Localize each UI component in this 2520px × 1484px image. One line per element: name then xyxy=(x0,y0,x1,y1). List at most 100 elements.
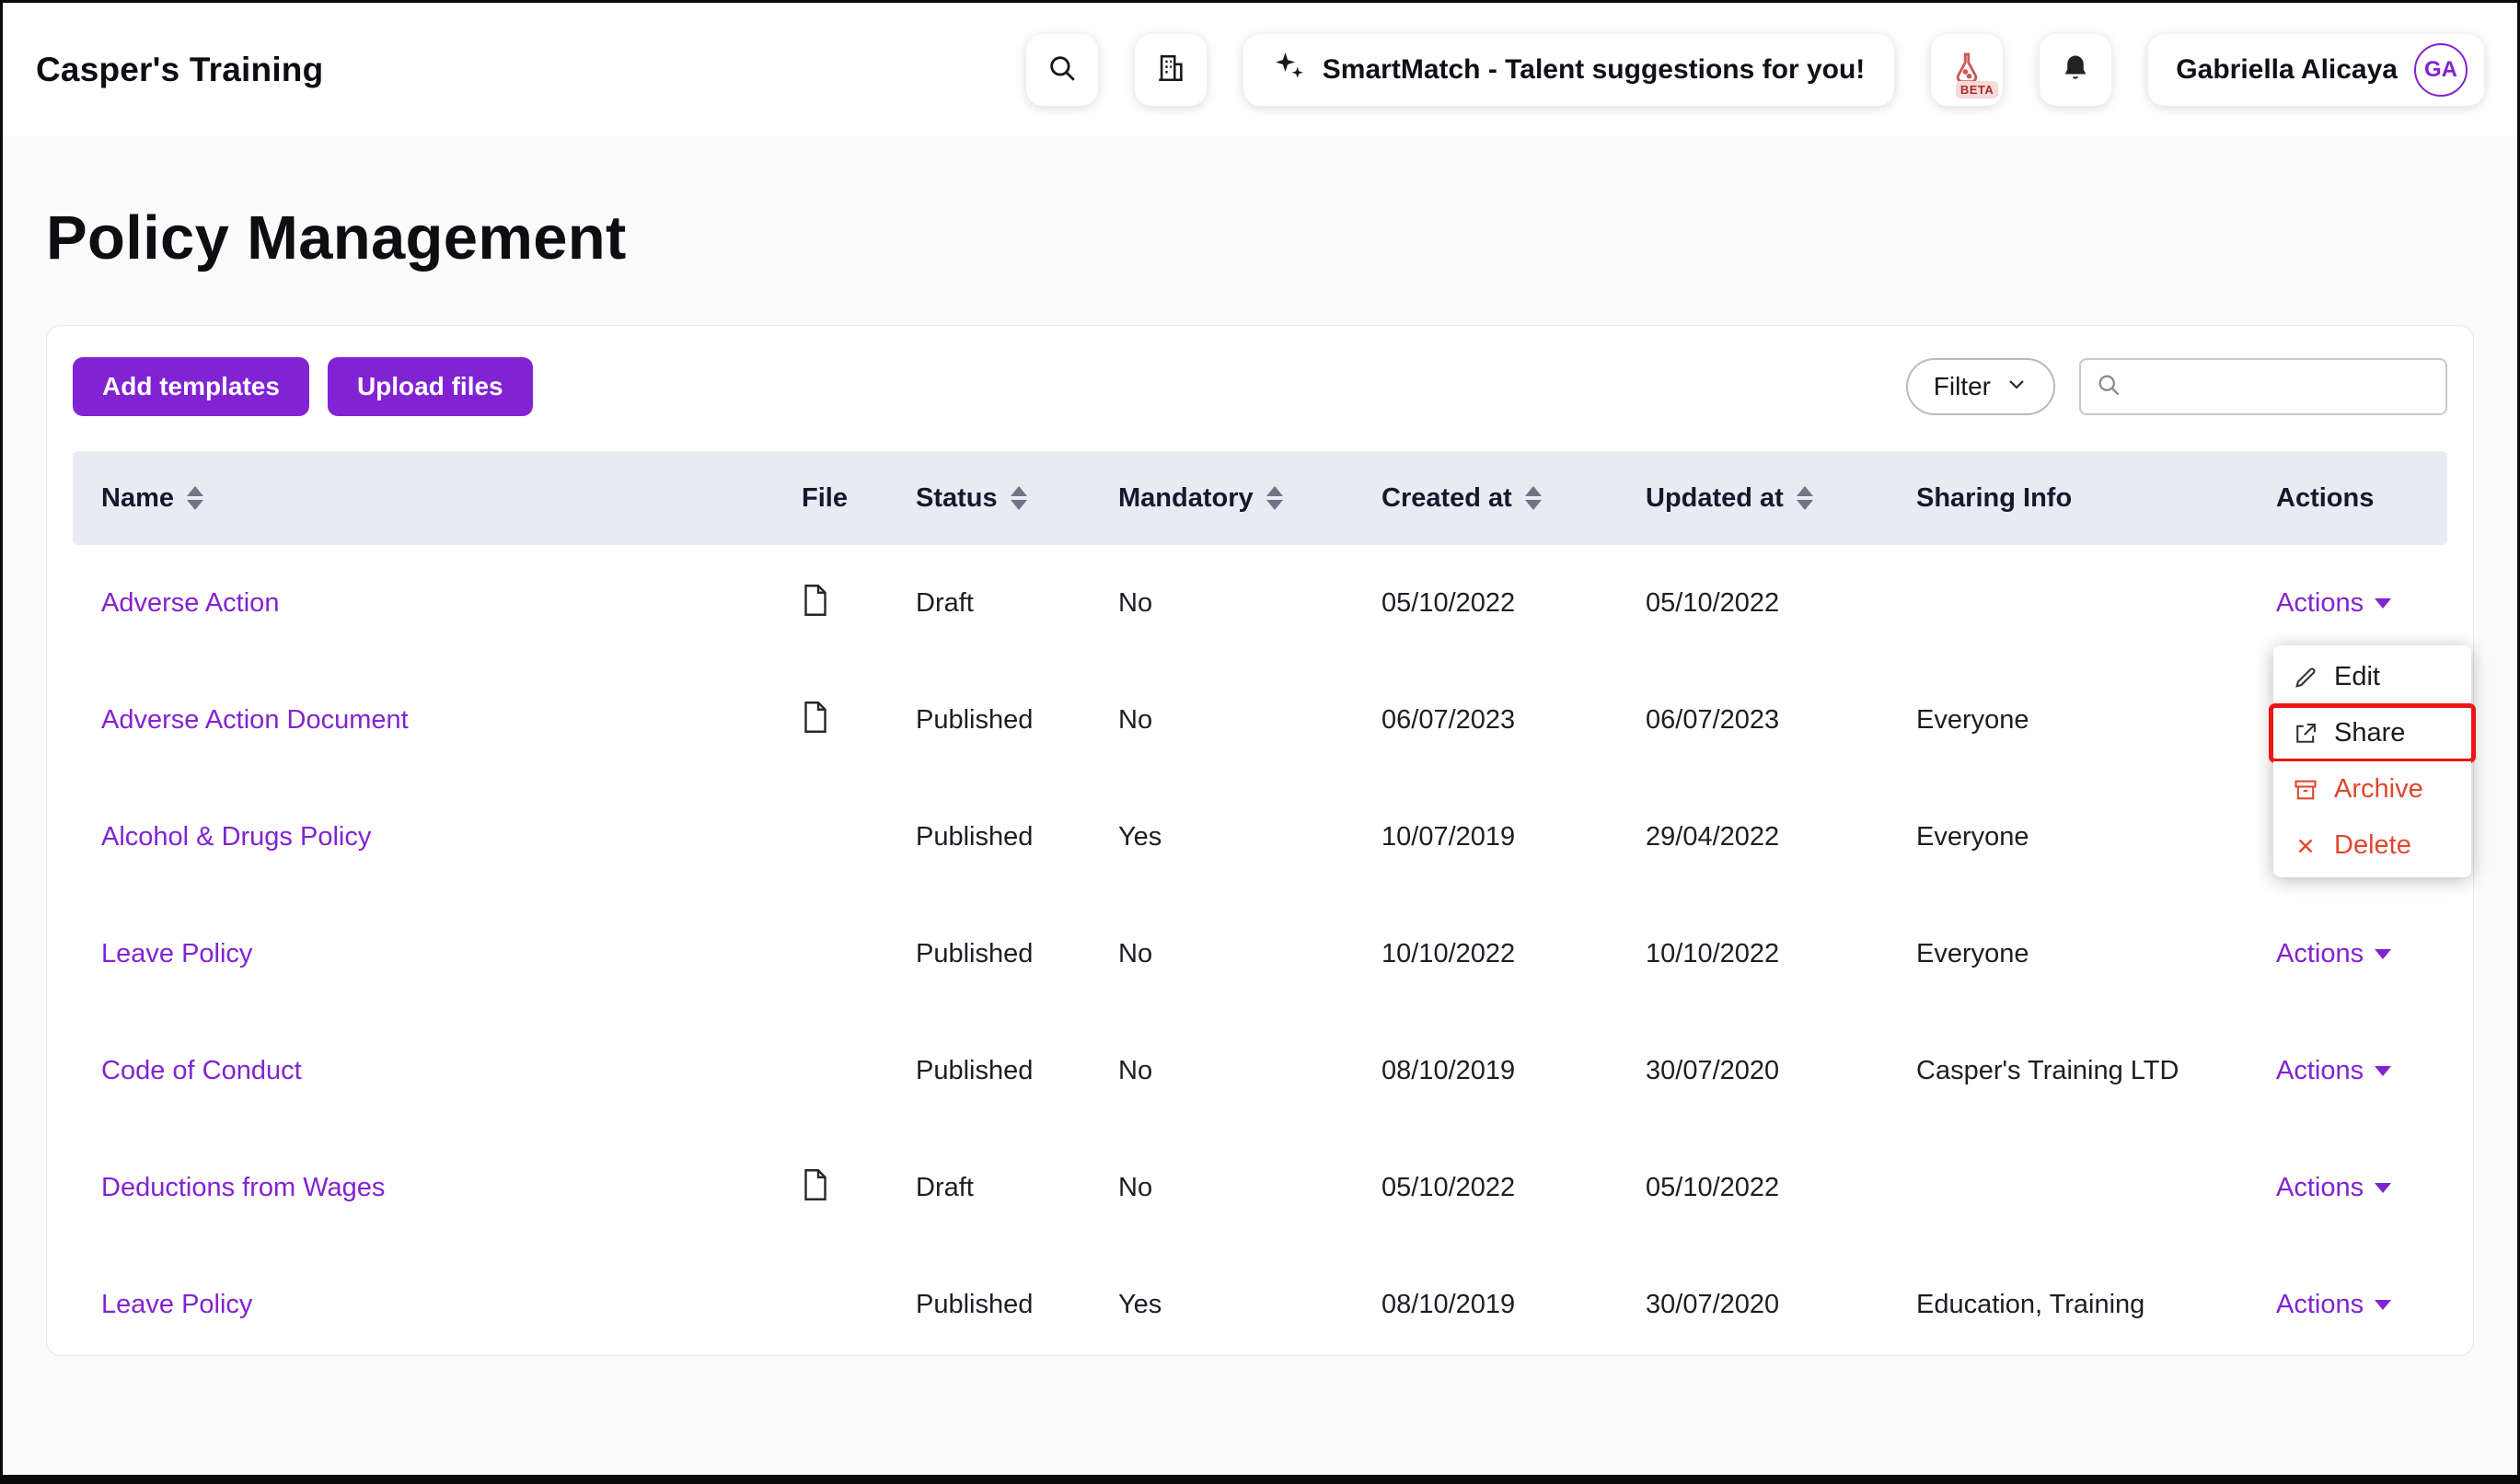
caret-down-icon xyxy=(2375,1300,2392,1310)
sort-icon[interactable] xyxy=(1524,486,1542,510)
policy-name-link[interactable]: Alcohol & Drugs Policy xyxy=(101,822,371,852)
updated-at-cell: 29/04/2022 xyxy=(1646,822,1780,852)
policy-name-link[interactable]: Code of Conduct xyxy=(101,1056,302,1085)
updated-at-cell: 05/10/2022 xyxy=(1646,588,1780,618)
mandatory-cell: No xyxy=(1118,1056,1153,1085)
search-input[interactable] xyxy=(2131,372,2431,401)
policy-table-card: Add templates Upload files Filter Name F… xyxy=(46,325,2474,1356)
search-icon xyxy=(2096,372,2121,402)
table-row: Leave Policy Published Yes 08/10/2019 30… xyxy=(73,1246,2447,1355)
add-templates-button[interactable]: Add templates xyxy=(73,357,309,416)
column-header-label: Mandatory xyxy=(1118,482,1254,513)
policy-name-link[interactable]: Adverse Action Document xyxy=(101,705,409,735)
column-header-file: File xyxy=(802,483,916,514)
sort-icon[interactable] xyxy=(1796,486,1813,510)
user-name: Gabriella Alicaya xyxy=(2176,53,2398,85)
mandatory-cell: No xyxy=(1118,588,1153,618)
updated-at-cell: 10/10/2022 xyxy=(1646,939,1780,968)
row-actions-button[interactable]: Actions xyxy=(2276,1056,2392,1086)
column-header-label: Actions xyxy=(2276,482,2375,513)
row-actions-button[interactable]: Actions xyxy=(2276,588,2392,619)
mandatory-cell: No xyxy=(1118,939,1153,968)
search-button[interactable] xyxy=(1025,33,1098,106)
sharing-info-cell: Everyone xyxy=(1916,822,2029,852)
search-icon xyxy=(1046,52,1078,87)
created-at-cell: 06/07/2023 xyxy=(1381,705,1516,735)
table-search xyxy=(2079,358,2447,415)
menu-item-delete[interactable]: Delete xyxy=(2273,817,2471,874)
table-row: Adverse Action Document Published No 06/… xyxy=(73,662,2447,779)
status-cell: Published xyxy=(916,705,1034,735)
mandatory-cell: Yes xyxy=(1118,1290,1162,1319)
created-at-cell: 10/07/2019 xyxy=(1381,822,1516,852)
column-header-name[interactable]: Name xyxy=(73,483,802,514)
menu-item-archive[interactable]: Archive xyxy=(2273,761,2471,817)
status-cell: Published xyxy=(916,1290,1034,1319)
row-actions-button[interactable]: Actions xyxy=(2276,1290,2392,1320)
topbar-actions: SmartMatch - Talent suggestions for you!… xyxy=(1025,33,2484,106)
menu-item-label: Delete xyxy=(2334,830,2411,860)
column-header-status[interactable]: Status xyxy=(916,483,1118,514)
menu-item-share[interactable]: Share xyxy=(2269,703,2476,763)
menu-item-label: Edit xyxy=(2334,662,2380,691)
column-header-label: Status xyxy=(916,482,998,513)
filter-button[interactable]: Filter xyxy=(1905,358,2055,415)
policy-management-page: Policy Management Add templates Upload f… xyxy=(3,136,2517,1475)
building-icon xyxy=(1155,52,1186,87)
policy-name-link[interactable]: Adverse Action xyxy=(101,588,279,618)
user-menu[interactable]: Gabriella Alicaya GA xyxy=(2148,33,2484,106)
policy-name-link[interactable]: Leave Policy xyxy=(101,939,252,968)
filter-label: Filter xyxy=(1933,372,1991,400)
file-icon[interactable] xyxy=(802,701,829,734)
smartmatch-label: SmartMatch - Talent suggestions for you! xyxy=(1322,53,1866,85)
sort-icon[interactable] xyxy=(187,486,203,510)
page-title: Policy Management xyxy=(46,203,627,272)
column-header-mandatory[interactable]: Mandatory xyxy=(1118,483,1381,514)
caret-down-icon xyxy=(2375,1183,2392,1193)
caret-down-icon xyxy=(2375,598,2392,609)
caret-down-icon xyxy=(2375,1066,2392,1076)
sort-icon[interactable] xyxy=(1010,486,1027,510)
mandatory-cell: Yes xyxy=(1118,822,1162,852)
status-cell: Published xyxy=(916,822,1034,852)
row-actions-button[interactable]: Actions xyxy=(2276,1173,2392,1203)
chevron-down-icon xyxy=(2006,372,2028,401)
mandatory-cell: No xyxy=(1118,705,1153,735)
column-header-label: Updated at xyxy=(1646,482,1784,513)
column-header-label: Name xyxy=(101,482,174,513)
status-cell: Draft xyxy=(916,1173,974,1202)
table-row: Alcohol & Drugs Policy Published Yes 10/… xyxy=(73,779,2447,896)
created-at-cell: 10/10/2022 xyxy=(1381,939,1516,968)
sharing-info-cell: Education, Training xyxy=(1916,1290,2145,1319)
created-at-cell: 08/10/2019 xyxy=(1381,1290,1516,1319)
table-body: Adverse Action Draft No 05/10/2022 05/10… xyxy=(73,545,2447,1355)
policy-name-link[interactable]: Leave Policy xyxy=(101,1290,252,1319)
menu-item-label: Archive xyxy=(2334,774,2423,804)
table-row: Code of Conduct Published No 08/10/2019 … xyxy=(73,1013,2447,1130)
updated-at-cell: 30/07/2020 xyxy=(1646,1056,1780,1085)
table-header-row: Name File Status Mandatory Created at Up… xyxy=(73,451,2447,545)
status-cell: Published xyxy=(916,939,1034,968)
menu-item-edit[interactable]: Edit xyxy=(2273,649,2471,705)
beta-labs-button[interactable]: BETA xyxy=(1931,33,2004,106)
row-actions-button[interactable]: Actions xyxy=(2276,939,2392,969)
archive-icon xyxy=(2292,777,2319,803)
notifications-button[interactable] xyxy=(2040,33,2112,106)
upload-files-button[interactable]: Upload files xyxy=(327,357,533,416)
sort-icon[interactable] xyxy=(1266,486,1283,510)
file-icon[interactable] xyxy=(802,1168,829,1201)
sparkles-icon xyxy=(1273,50,1306,90)
table-toolbar: Add templates Upload files Filter xyxy=(73,357,2447,416)
column-header-updated-at[interactable]: Updated at xyxy=(1646,483,1916,514)
mandatory-cell: No xyxy=(1118,1173,1153,1202)
column-header-created-at[interactable]: Created at xyxy=(1381,483,1646,514)
organisation-button[interactable] xyxy=(1134,33,1207,106)
column-header-actions: Actions xyxy=(2276,483,2447,514)
created-at-cell: 05/10/2022 xyxy=(1381,588,1516,618)
table-row: Adverse Action Draft No 05/10/2022 05/10… xyxy=(73,545,2447,662)
file-icon[interactable] xyxy=(802,584,829,617)
share-icon xyxy=(2292,721,2319,747)
toolbar-right: Filter xyxy=(1905,358,2447,415)
policy-name-link[interactable]: Deductions from Wages xyxy=(101,1173,385,1202)
smartmatch-button[interactable]: SmartMatch - Talent suggestions for you! xyxy=(1243,33,1895,106)
